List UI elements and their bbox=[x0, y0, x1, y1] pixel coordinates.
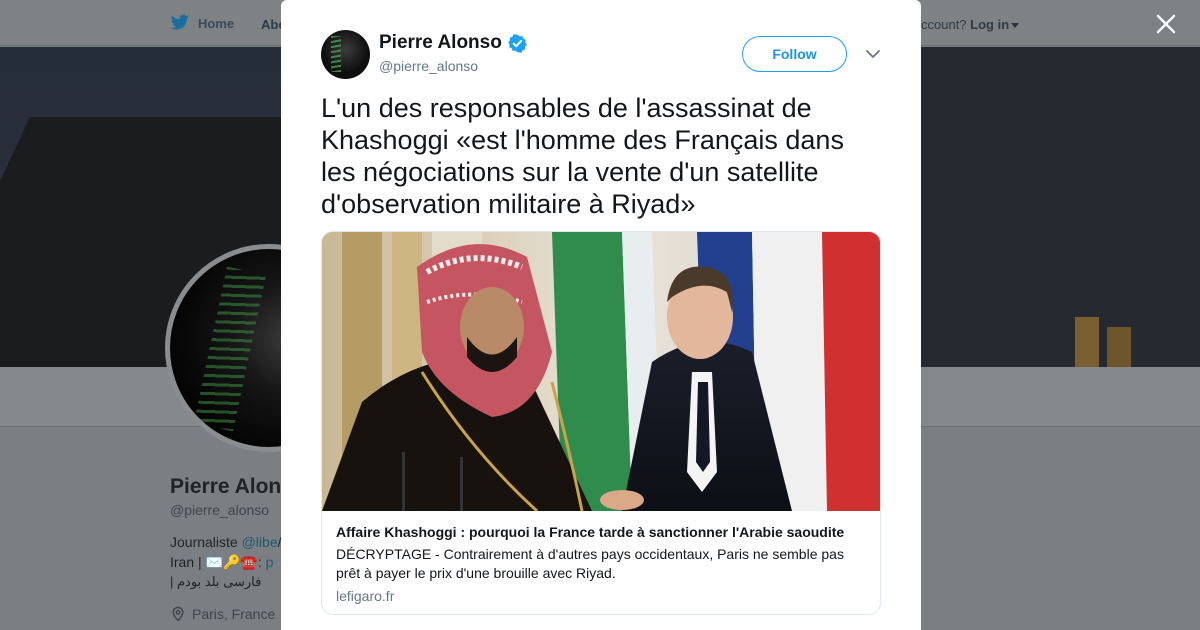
profile-bio-line-2: Iran | ✉️🔑☎️: p bbox=[170, 554, 273, 571]
follow-button[interactable]: Follow bbox=[742, 36, 847, 72]
link-preview-card[interactable]: Affaire Khashoggi : pourquoi la France t… bbox=[321, 231, 881, 615]
bio-text: Journaliste bbox=[170, 534, 242, 550]
tweet-author-handle[interactable]: @pierre_alonso bbox=[379, 58, 478, 74]
caret-down-icon bbox=[1011, 23, 1020, 29]
tweet-text: L'un des responsables de l'assassinat de… bbox=[321, 93, 844, 219]
profile-name: Pierre Alon bbox=[170, 475, 282, 498]
bio-link[interactable]: p bbox=[266, 554, 274, 570]
card-title: Affaire Khashoggi : pourquoi la France t… bbox=[336, 524, 845, 540]
close-icon[interactable] bbox=[1154, 12, 1178, 36]
profile-location: Paris, France bbox=[170, 606, 275, 622]
twitter-bird-icon bbox=[170, 14, 190, 30]
account-prompt: ccount? Log in bbox=[921, 17, 1020, 32]
card-body: Affaire Khashoggi : pourquoi la France t… bbox=[322, 512, 880, 614]
verified-badge-icon bbox=[508, 33, 527, 53]
tweet-author-name[interactable]: Pierre Alonso bbox=[379, 32, 527, 54]
account-prompt-text: ccount? bbox=[921, 17, 967, 32]
card-description: DÉCRYPTAGE - Contrairement à d'autres pa… bbox=[336, 546, 844, 581]
location-pin-icon bbox=[172, 606, 184, 622]
bio-mention-link[interactable]: @libe bbox=[242, 534, 278, 550]
nav-home-label: Home bbox=[198, 15, 235, 31]
tweet-author-name-text: Pierre Alonso bbox=[379, 32, 502, 53]
nav-home-link[interactable]: Home bbox=[170, 14, 234, 32]
profile-handle: @pierre_alonso bbox=[170, 502, 270, 518]
profile-bio-line-1: Journaliste @libe/ bbox=[170, 534, 282, 550]
tweet-author-avatar[interactable] bbox=[321, 30, 370, 79]
location-text: Paris, France bbox=[192, 606, 276, 622]
card-image bbox=[322, 232, 880, 511]
card-domain: lefigaro.fr bbox=[336, 588, 395, 604]
bio-text: Iran | ✉️🔑☎️: bbox=[170, 554, 266, 570]
tweet-modal: Pierre Alonso @pierre_alonso Follow L'un… bbox=[281, 0, 921, 630]
chevron-down-icon[interactable] bbox=[865, 48, 881, 60]
login-link[interactable]: Log in bbox=[970, 17, 1009, 32]
profile-bio-line-3: فارسی بلد بودم | bbox=[170, 574, 262, 589]
